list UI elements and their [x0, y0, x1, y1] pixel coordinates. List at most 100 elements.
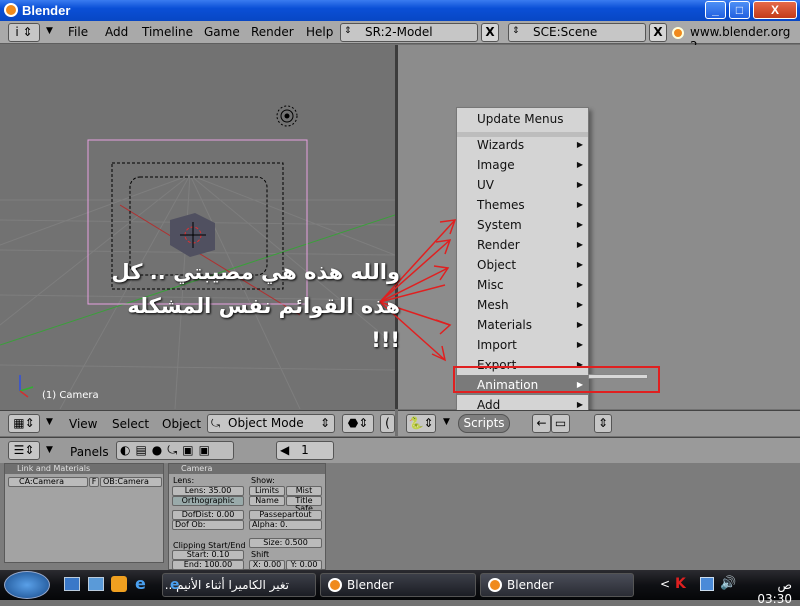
pivot-select[interactable]: ( [380, 414, 395, 433]
menu-item-update-menus[interactable]: Update Menus [457, 109, 588, 129]
menu-item-mesh[interactable]: Mesh ▶ [457, 295, 588, 315]
switch-windows-icon[interactable] [88, 577, 104, 591]
menu-select[interactable]: Select [112, 417, 149, 431]
screen-select-field[interactable]: SR:2-Model [340, 23, 478, 42]
menu-object[interactable]: Object [162, 417, 201, 431]
back-arrow-button[interactable]: ← [532, 414, 551, 433]
orthographic-toggle[interactable]: Orthographic [172, 496, 244, 506]
frame-value: 1 [301, 443, 309, 457]
menu-item-wizards[interactable]: Wizards ▶ [457, 135, 588, 155]
taskbar-item-browser[interactable]: تغير الكاميرا أثناء الأنيم... [162, 573, 316, 597]
dof-dist-field[interactable]: DofDist: 0.00 [172, 510, 244, 520]
script-browse-button[interactable]: ⇕ [594, 414, 612, 433]
submenu-arrow-icon: ▶ [576, 200, 583, 209]
start-button[interactable] [4, 571, 50, 599]
mist-toggle[interactable]: Mist [286, 486, 322, 496]
dof-object-field[interactable]: Dof Ob: [172, 520, 244, 530]
scripts-header: 🐍⇕ ▼ Scripts ← ▭ ⇕ [398, 410, 800, 436]
collapse-header-icon[interactable]: ▼ [46, 445, 53, 455]
menu-game[interactable]: Game [204, 25, 240, 39]
taskbar-item-blender-1[interactable]: Blender [320, 573, 476, 597]
maximize-button[interactable]: □ [729, 1, 750, 19]
screen-selector-icon[interactable]: ⇕ [344, 26, 352, 36]
frame-field[interactable]: ◀ 1 [276, 441, 334, 460]
lens-field[interactable]: Lens: 35.00 [172, 486, 244, 496]
grid-editor-type-icon[interactable]: ▦⇕ [8, 414, 40, 433]
collapse-menu-icon[interactable]: ▼ [46, 26, 53, 36]
clock[interactable]: ص 03:30 [742, 578, 792, 606]
panels-label: Panels [70, 445, 109, 459]
screen-field-label: SR:2-Model [365, 25, 433, 39]
media-player-icon[interactable] [111, 576, 127, 592]
draw-size-field[interactable]: Size: 0.500 [249, 538, 322, 548]
menu-item-image[interactable]: Image ▶ [457, 155, 588, 175]
menu-item-misc[interactable]: Misc ▶ [457, 275, 588, 295]
menu-item-materials[interactable]: Materials ▶ [457, 315, 588, 335]
menu-view[interactable]: View [69, 417, 97, 431]
menu-item-label: UV [477, 178, 494, 192]
menu-item-themes[interactable]: Themes ▶ [457, 195, 588, 215]
shift-y-field[interactable]: Y: 0.00 [286, 560, 322, 570]
menu-item-render[interactable]: Render ▶ [457, 235, 588, 255]
buttons-editor-type-icon[interactable]: ☰⇕ [8, 441, 40, 460]
menu-add[interactable]: Add [105, 25, 128, 39]
menu-item-import[interactable]: Import ▶ [457, 335, 588, 355]
clip-end-field[interactable]: End: 100.00 [172, 560, 244, 570]
name-toggle[interactable]: Name [249, 496, 285, 506]
blender-org-icon [672, 27, 684, 39]
overlay-line-1: والله هذه هي مصيبتي .. كل [111, 260, 400, 284]
camera-data-field[interactable]: CA:Camera [8, 477, 88, 487]
menu-item-system[interactable]: System ▶ [457, 215, 588, 235]
network-tray-icon[interactable] [700, 577, 714, 591]
alpha-slider[interactable]: Alpha: 0. [249, 520, 322, 530]
shift-x-field[interactable]: X: 0.00 [249, 560, 285, 570]
menu-item-object[interactable]: Object ▶ [457, 255, 588, 275]
menu-item-label: Image [477, 158, 515, 172]
collapse-header-icon[interactable]: ▼ [46, 417, 53, 427]
info-editor-type-button[interactable]: i ⇕ [8, 23, 40, 42]
scene-select-field[interactable]: SCE:Scene [508, 23, 646, 42]
main-menubar: i ⇕ ▼ File Add Timeline Game Render Help… [0, 21, 800, 53]
clipping-label: Clipping Start/End [173, 541, 246, 550]
delete-screen-button[interactable]: X [481, 23, 499, 42]
menu-timeline[interactable]: Timeline [142, 25, 193, 39]
window-title: Blender [22, 3, 71, 18]
menu-item-label: Render [477, 238, 520, 252]
snake-editor-type-icon[interactable]: 🐍⇕ [406, 414, 436, 433]
collapse-header-icon[interactable]: ▼ [443, 417, 450, 427]
menu-help[interactable]: Help [306, 25, 333, 39]
show-label: Show: [251, 476, 275, 485]
title-safe-toggle[interactable]: Title Safe [286, 496, 322, 513]
menu-item-label: Misc [477, 278, 504, 292]
object-mode-icon: ⤿ [211, 417, 221, 430]
close-button[interactable]: X [753, 1, 797, 19]
submenu-arrow-icon: ▶ [576, 220, 583, 229]
volume-tray-icon[interactable]: 🔊 [720, 576, 736, 591]
menu-file[interactable]: File [68, 25, 88, 39]
tray-expand-icon[interactable]: < [660, 577, 670, 591]
submenu-arrow-icon: ▶ [576, 240, 583, 249]
scene-selector-icon[interactable]: ⇕ [512, 26, 520, 36]
shading-select[interactable]: ⬣⇕ [342, 414, 374, 433]
object-name-field[interactable]: OB:Camera [100, 477, 162, 487]
window-toggle-button[interactable]: ▭ [551, 414, 570, 433]
menu-item-uv[interactable]: UV ▶ [457, 175, 588, 195]
taskbar-item-blender-2[interactable]: Blender [480, 573, 634, 597]
minimize-button[interactable]: _ [705, 1, 726, 19]
submenu-arrow-icon: ▶ [576, 320, 583, 329]
passepartout-toggle[interactable]: Passepartout [249, 510, 322, 520]
antivirus-tray-icon[interactable]: K [675, 576, 686, 592]
active-object-label: (1) Camera [42, 390, 99, 401]
clip-start-field[interactable]: Start: 0.10 [172, 550, 244, 560]
context-buttons[interactable]: ◐▤●⤿▣▣ [116, 441, 234, 460]
delete-scene-button[interactable]: X [649, 23, 667, 42]
mode-select[interactable]: Object Mode ⇕ [207, 414, 335, 433]
internet-explorer-icon[interactable]: e [135, 574, 146, 593]
frame-dec-icon[interactable]: ◀ [280, 442, 289, 459]
scripts-menu-button[interactable]: Scripts [458, 414, 510, 433]
menu-render[interactable]: Render [251, 25, 294, 39]
arabic-overlay-text: والله هذه هي مصيبتي .. كل هذه القوائم نف… [100, 255, 400, 357]
show-desktop-icon[interactable] [64, 577, 80, 591]
limits-toggle[interactable]: Limits [249, 486, 285, 496]
fake-user-button[interactable]: F [89, 477, 99, 487]
